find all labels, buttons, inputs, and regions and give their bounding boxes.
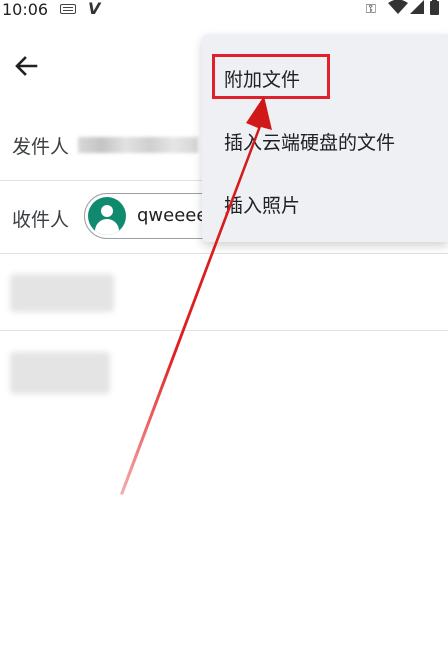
to-label: 收件人 [12,209,70,231]
back-arrow-icon[interactable] [10,50,42,82]
status-time: 10:06 [2,0,49,19]
highlight-box [212,54,330,99]
signal-icon [410,0,424,14]
menu-item-insert-drive-file[interactable]: 插入云端硬盘的文件 [224,128,395,155]
from-label: 发件人 [12,136,70,158]
wifi-icon [388,0,408,14]
body-blurred[interactable] [10,352,110,394]
sender-address-blurred [78,137,198,153]
key-icon: ⚿ [366,2,376,17]
vpn-v-icon: V [88,0,101,18]
subject-blurred [10,274,114,312]
battery-icon [430,0,439,15]
recipient-chip-label: qweeee [137,205,208,226]
keyboard-icon [60,4,76,14]
status-bar: 10:06 V ⚿ [0,0,448,24]
avatar [88,197,126,235]
menu-item-insert-photo[interactable]: 插入照片 [224,191,300,218]
subject-row[interactable] [0,254,448,331]
